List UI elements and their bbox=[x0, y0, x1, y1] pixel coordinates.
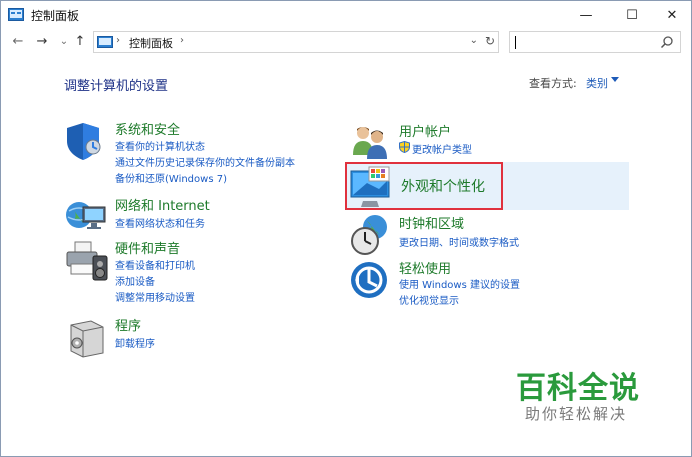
link-file-history[interactable]: 通过文件历史记录保存你的文件备份副本 bbox=[115, 154, 295, 169]
category-user-accounts: 用户帐户 更改帐户类型 bbox=[349, 121, 609, 161]
category-title[interactable]: 系统和安全 bbox=[115, 119, 180, 138]
network-globe-icon[interactable] bbox=[65, 195, 109, 239]
category-title[interactable]: 轻松使用 bbox=[399, 258, 451, 277]
category-programs: 程序 卸载程序 bbox=[65, 315, 325, 359]
uac-shield-icon bbox=[399, 141, 410, 153]
link-add-device[interactable]: 添加设备 bbox=[115, 273, 155, 288]
category-title[interactable]: 时钟和区域 bbox=[399, 213, 464, 232]
close-icon: ✕ bbox=[666, 7, 678, 23]
category-network-internet: 网络和 Internet 查看网络状态和任务 bbox=[65, 195, 325, 235]
up-button[interactable]: ↑ bbox=[71, 31, 89, 51]
ease-of-access-icon[interactable] bbox=[349, 258, 393, 302]
close-button[interactable]: ✕ bbox=[653, 1, 691, 29]
text-caret bbox=[515, 36, 516, 49]
up-arrow-icon: ↑ bbox=[74, 33, 86, 49]
minimize-button[interactable]: — bbox=[563, 1, 609, 29]
navigation-bar: ← → ⌄ ↑ › 控制面板 › ⌄ ↻ bbox=[1, 29, 691, 55]
page-title: 调整计算机的设置 bbox=[64, 79, 169, 94]
program-icon[interactable] bbox=[65, 315, 109, 359]
link-optimize-visual-display[interactable]: 优化视觉显示 bbox=[399, 292, 459, 307]
refresh-icon[interactable]: ↻ bbox=[485, 34, 495, 48]
breadcrumb-separator-icon[interactable]: › bbox=[180, 35, 184, 46]
link-view-computer-status[interactable]: 查看你的计算机状态 bbox=[115, 138, 205, 153]
link-backup-restore[interactable]: 备份和还原(Windows 7) bbox=[115, 170, 227, 185]
category-ease-of-access: 轻松使用 使用 Windows 建议的设置 优化视觉显示 bbox=[349, 258, 609, 308]
category-title[interactable]: 程序 bbox=[115, 315, 141, 334]
address-dropdown-icon[interactable]: ⌄ bbox=[470, 35, 478, 46]
category-system-security: 系统和安全 查看你的计算机状态 通过文件历史记录保存你的文件备份副本 备份和还原… bbox=[65, 119, 325, 189]
link-change-account-type[interactable]: 更改帐户类型 bbox=[412, 141, 472, 156]
printer-speaker-icon[interactable] bbox=[65, 238, 109, 282]
breadcrumb-control-panel[interactable]: 控制面板 bbox=[129, 35, 173, 51]
category-title[interactable]: 用户帐户 bbox=[399, 121, 451, 140]
link-devices-printers[interactable]: 查看设备和打印机 bbox=[115, 257, 195, 272]
maximize-button[interactable]: ☐ bbox=[609, 1, 655, 29]
category-title[interactable]: 网络和 Internet bbox=[115, 195, 210, 214]
chevron-down-icon[interactable] bbox=[611, 77, 619, 82]
maximize-icon: ☐ bbox=[626, 7, 638, 23]
red-highlight-box bbox=[345, 162, 503, 210]
chevron-down-icon: ⌄ bbox=[59, 35, 69, 47]
title-bar: 控制面板 — ☐ ✕ bbox=[1, 1, 691, 29]
shield-icon[interactable] bbox=[65, 119, 109, 163]
address-bar[interactable]: › 控制面板 › ⌄ ↻ bbox=[93, 31, 499, 53]
view-by-dropdown[interactable]: 类别 bbox=[586, 75, 608, 91]
search-icon[interactable] bbox=[660, 35, 674, 49]
window-title: 控制面板 bbox=[31, 9, 80, 23]
minimize-icon: — bbox=[579, 7, 593, 23]
search-input[interactable] bbox=[509, 31, 681, 53]
watermark-brand: 百科全说 bbox=[516, 371, 640, 406]
link-use-recommended-settings[interactable]: 使用 Windows 建议的设置 bbox=[399, 276, 520, 291]
category-clock-region: 时钟和区域 更改日期、时间或数字格式 bbox=[349, 213, 609, 257]
view-by-label: 查看方式: bbox=[529, 77, 577, 90]
link-view-network-status[interactable]: 查看网络状态和任务 bbox=[115, 215, 205, 230]
users-icon[interactable] bbox=[349, 121, 393, 165]
breadcrumb-separator-icon[interactable]: › bbox=[116, 35, 120, 46]
clock-globe-icon[interactable] bbox=[349, 213, 393, 257]
watermark-slogan: 助你轻松解决 bbox=[525, 405, 628, 423]
back-button[interactable]: ← bbox=[9, 31, 27, 51]
link-uninstall-program[interactable]: 卸载程序 bbox=[115, 335, 155, 350]
control-panel-icon bbox=[8, 8, 24, 21]
category-hardware-sound: 硬件和声音 查看设备和打印机 添加设备 调整常用移动设置 bbox=[65, 238, 325, 308]
back-arrow-icon: ← bbox=[12, 33, 24, 49]
forward-button[interactable]: → bbox=[33, 31, 51, 51]
control-panel-icon bbox=[97, 36, 113, 48]
link-change-date-time-format[interactable]: 更改日期、时间或数字格式 bbox=[399, 234, 519, 249]
control-panel-window: 控制面板 — ☐ ✕ ← → ⌄ ↑ › 控制面板 › ⌄ ↻ 调整计算机的设置… bbox=[0, 0, 692, 457]
link-mobility-settings[interactable]: 调整常用移动设置 bbox=[115, 289, 195, 304]
forward-arrow-icon: → bbox=[36, 33, 48, 49]
category-title[interactable]: 硬件和声音 bbox=[115, 238, 180, 257]
